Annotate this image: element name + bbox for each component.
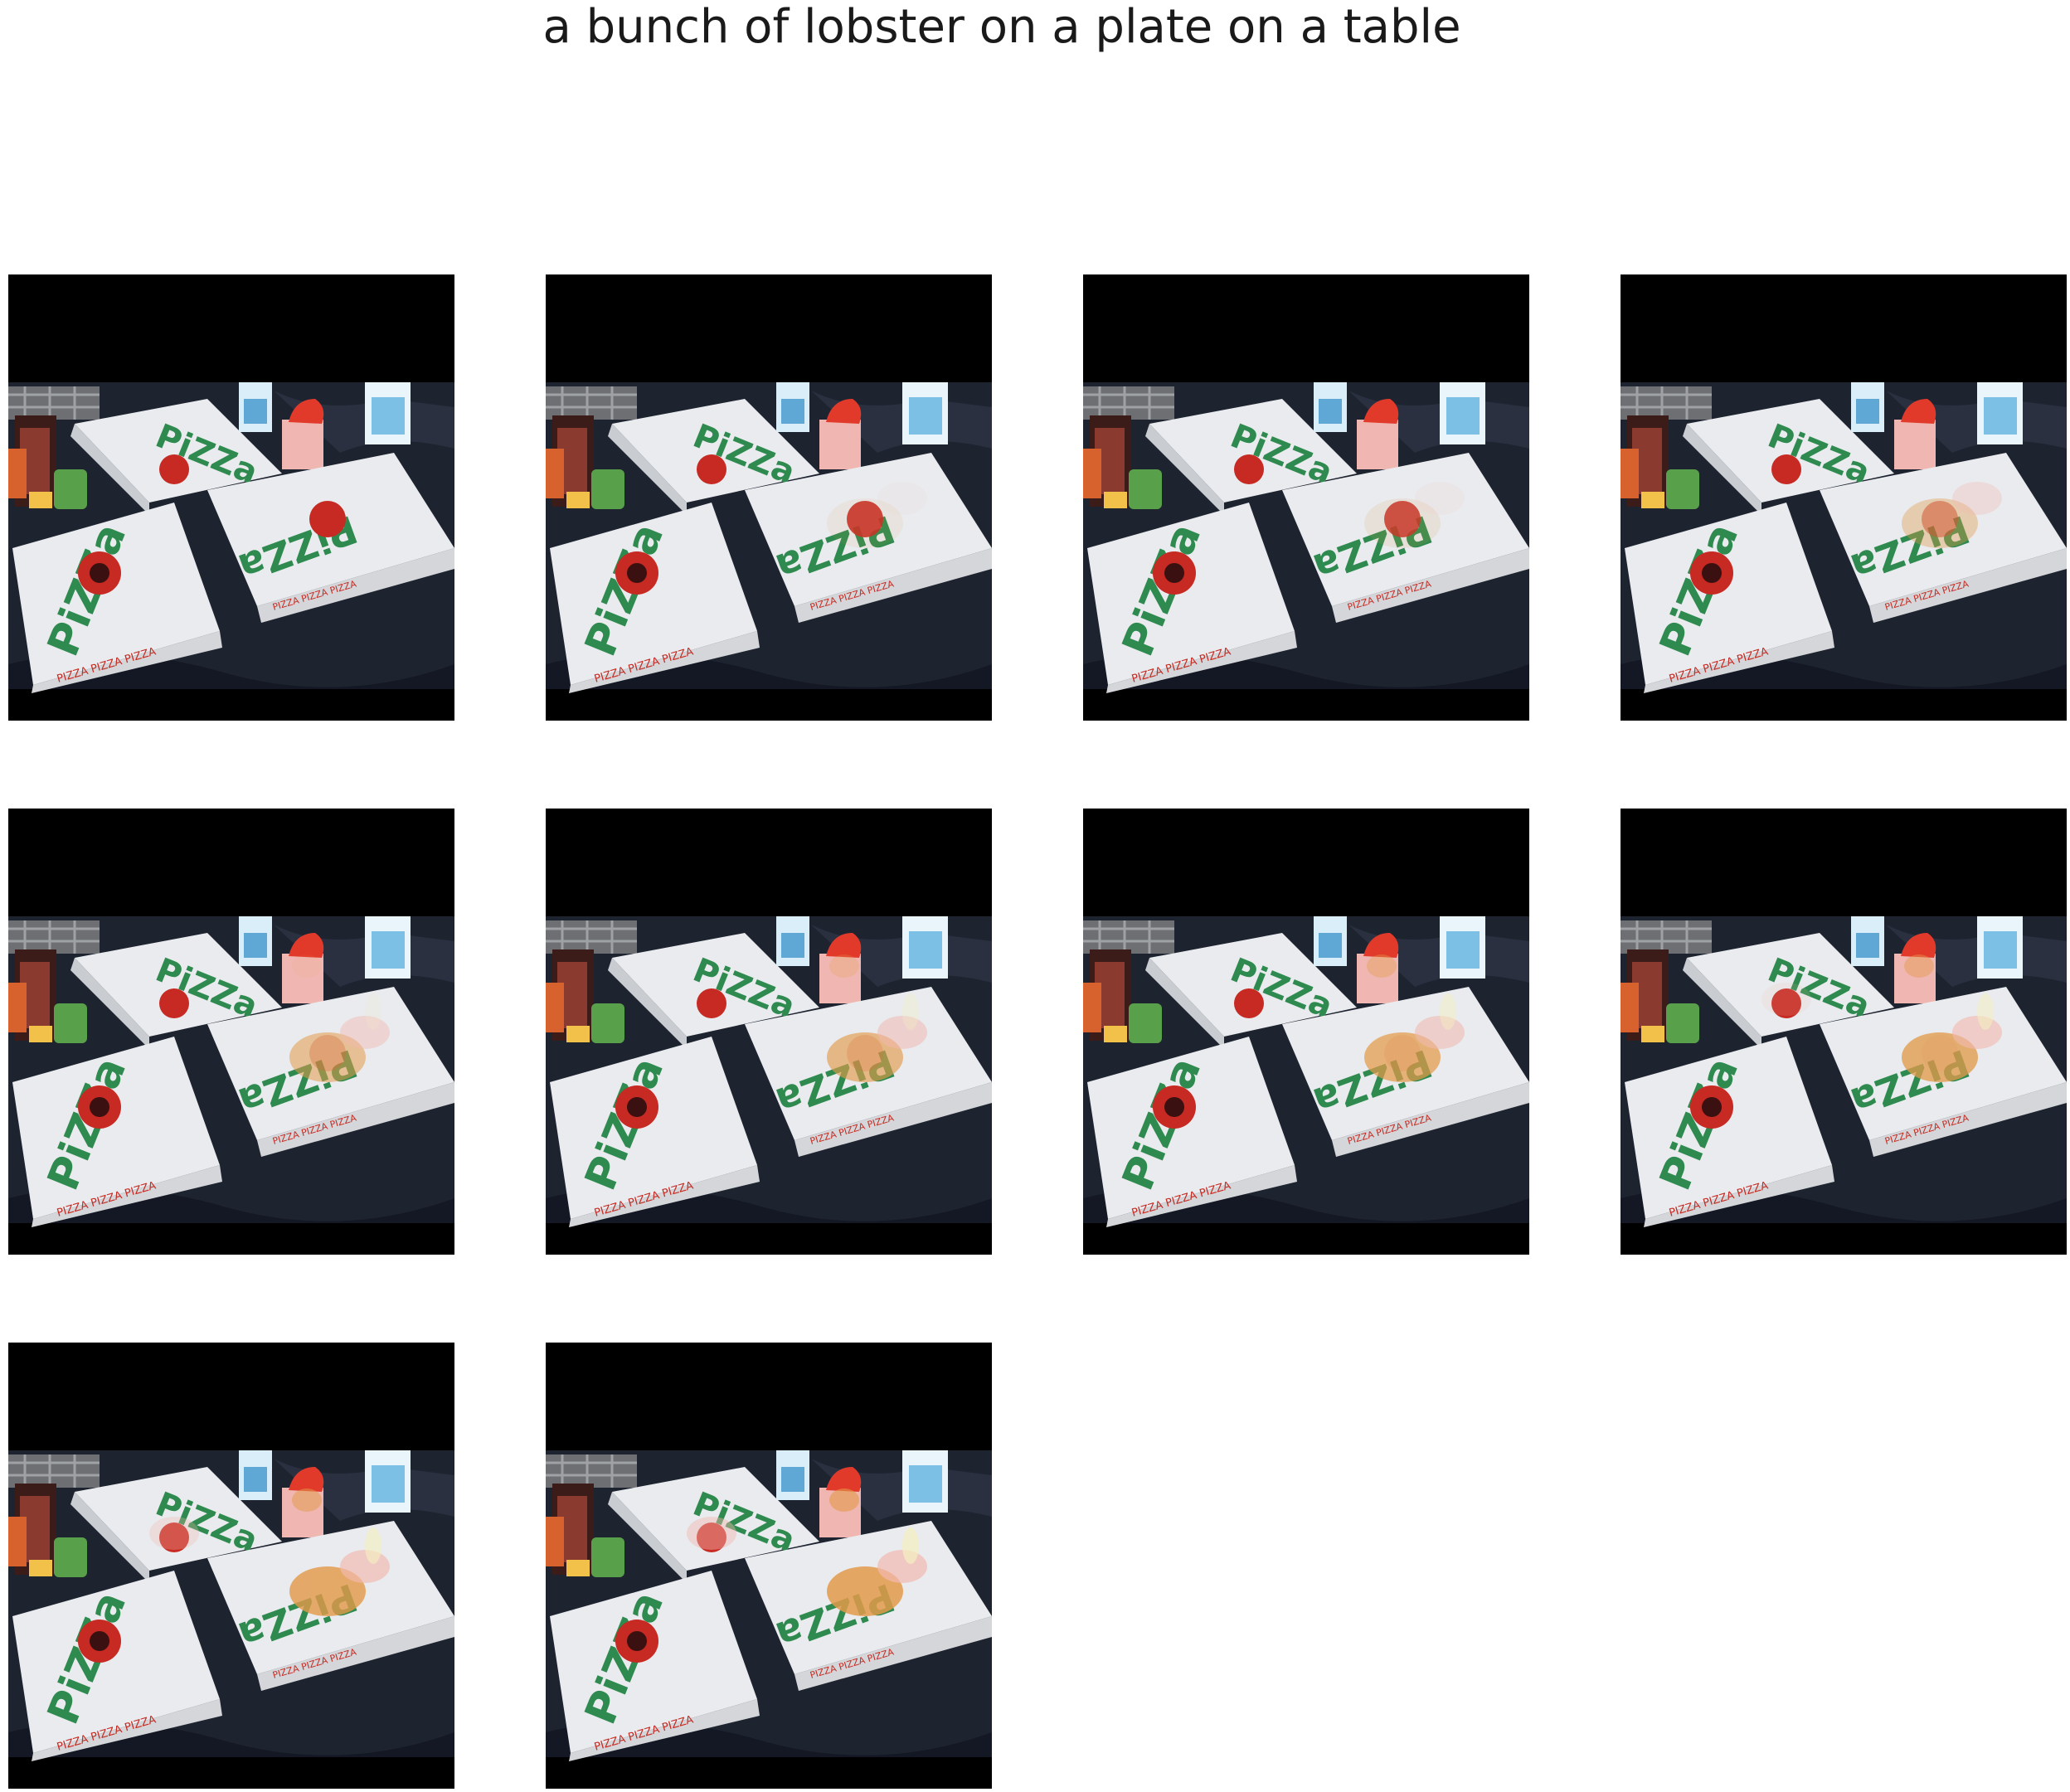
frame-image-3: PiZZa PiZZa PiZZa PIZZA PIZZA PIZZA PIZZ… [1083,274,1529,721]
figure-title: a bunch of lobster on a plate on a table [542,0,1461,54]
frame-image-9: PiZZa PiZZa PiZZa PIZZA PIZZA PIZZA PIZZ… [8,1343,454,1789]
frame-image-8: PiZZa PiZZa PiZZa PIZZA PIZZA PIZZA PIZZ… [1621,809,2067,1255]
frame-image-2: PiZZa PiZZa PiZZa PIZZA PIZZA PIZZA PIZZ… [546,274,992,721]
frame-image-4: PiZZa PiZZa PiZZa PIZZA PIZZA PIZZA PIZZ… [1621,274,2067,721]
frame-image-7: PiZZa PiZZa PiZZa PIZZA PIZZA PIZZA PIZZ… [1083,809,1529,1255]
frame-image-6: PiZZa PiZZa PiZZa PIZZA PIZZA PIZZA PIZZ… [546,809,992,1255]
frame-image-10: PiZZa PiZZa PiZZa PIZZA PIZZA PIZZA PIZZ… [546,1343,992,1789]
frame-image-5: PiZZa PiZZa PiZZa PIZZA PIZZA PIZZA PIZZ… [8,809,454,1255]
frame-image-1: PiZZa PiZZa PiZZa PIZZA PIZZA PIZZA PIZZ… [8,274,454,721]
